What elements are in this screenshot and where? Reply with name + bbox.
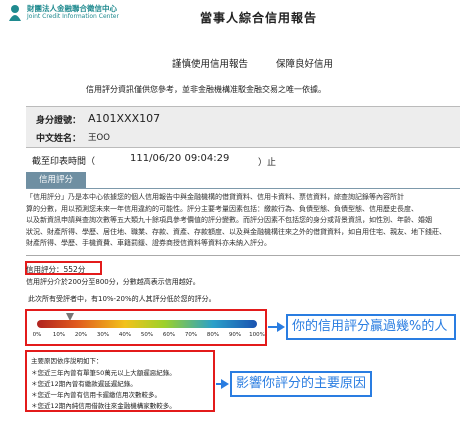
id-number-row: 身分證號： A101XXX107 [36,112,160,126]
reasons-callout: 影響你評分的主要原因 [230,371,372,397]
name-row: 中文姓名： 王OO [36,131,110,144]
section-divider [26,255,460,256]
tick-label: 10% [52,332,66,338]
disclaimer-notice: 信用評分資訊僅供您參考，並非金融機構准駁金融交易之唯一依據。 [86,85,326,94]
id-number-value: A101XXX107 [88,112,161,125]
arrow-head-icon [221,379,229,389]
description-line: 財產所得、學歷、手機資費、車籍罰鍰、證券商授信資料等資料亦未納入評分。 [26,239,271,247]
tick-label: 60% [162,332,176,338]
print-time-suffix: ）止 [258,158,277,168]
reason-item: ＊您近12期內純信用借款往來金融機構家數較多。 [31,402,176,410]
percentile-bar-box: 0% 10% 20% 30% 40% 50% 60% 70% 80% 90% 100% [25,309,267,346]
tick-label: 30% [96,332,110,338]
reasons-title: 主要原因依序說明如下： [31,357,103,365]
report-header: 財團法人金融聯合徵信中心 Joint Credit Information Ce… [0,0,474,30]
tick-label: 90% [228,332,242,338]
tick-label: 40% [118,332,132,338]
reason-item: ＊您近一年內曾有信用卡遲繳信用次數較多。 [31,391,161,399]
reasons-box: 主要原因依序說明如下： ＊您近三年內曾有單筆50萬元以上大額遲惡紀錄。 ＊您近1… [25,350,215,412]
org-name-en: Joint Credit Information Center [27,13,119,20]
motto-2: 保障良好信用 [276,59,334,70]
percentile-gradient-bar [37,320,257,328]
score-description: 「信用評分」乃是本中心依據您的個人信用報告中與金融機構的借貸資料、信用卡資料、票… [26,192,460,250]
name-label: 中文姓名： [36,134,82,144]
reason-item: ＊您近12期內曾有繳款遲延遲紀錄。 [31,380,137,388]
reason-item: ＊您近三年內曾有單筆50萬元以上大額遲惡紀錄。 [31,369,176,377]
tick-label: 0% [32,332,42,338]
tick-label: 100% [249,332,265,338]
jcic-logo-icon [9,5,21,21]
score-value: 552分 [63,265,86,274]
tab-credit-score[interactable]: 信用評分 [26,172,86,188]
credit-score: 信用評分：552分 [26,264,85,275]
percentile-ticks: 0% 10% 20% 30% 40% 50% 60% 70% 80% 90% 100% [33,332,265,342]
tick-label: 50% [140,332,154,338]
report-title: 當事人綜合信用報告 [200,11,318,25]
description-line: 算的分數，用以預測您未來一年信用違約的可能性。評分主要考量因素包括：繳款行為、負… [26,204,418,213]
tick-label: 20% [74,332,88,338]
name-value: 王OO [88,133,110,143]
identity-panel: 身分證號： A101XXX107 中文姓名： 王OO [26,106,460,148]
arrow-head-icon [277,322,285,332]
description-line: 以及新資訊申請與查詢次數等五大類九十餘項具參考價值的評分變數。而評分因素不包括您… [26,216,432,224]
description-line: 「信用評分」乃是本中心依據您的個人信用報告中與金融機構的借貸資料、信用卡資料、票… [26,193,404,201]
id-number-label: 身分證號： [36,116,82,126]
percentile-callout: 你的信用評分贏過幾%的人 [286,314,456,340]
score-label: 信用評分： [26,265,64,274]
score-range-note: 信用評分介於200分至800分，分數越高表示信用越好。 [26,278,200,286]
description-line: 狀況、財產所得、學歷、居住地、職業、存款、資產、存款額度、以及與金融機構往來之外… [26,227,446,236]
print-time-label: 截至印表時間（ [32,157,96,167]
motto-1: 謹慎使用信用報告 [172,59,249,70]
tab-underline [26,188,460,189]
print-time-value: 111/06/20 09:04:29 [130,153,230,164]
tick-label: 80% [206,332,220,338]
tick-label: 70% [184,332,198,338]
percentile-note: 此次所有受評者中，有10%-20%的人其評分低於您的評分。 [28,295,216,303]
